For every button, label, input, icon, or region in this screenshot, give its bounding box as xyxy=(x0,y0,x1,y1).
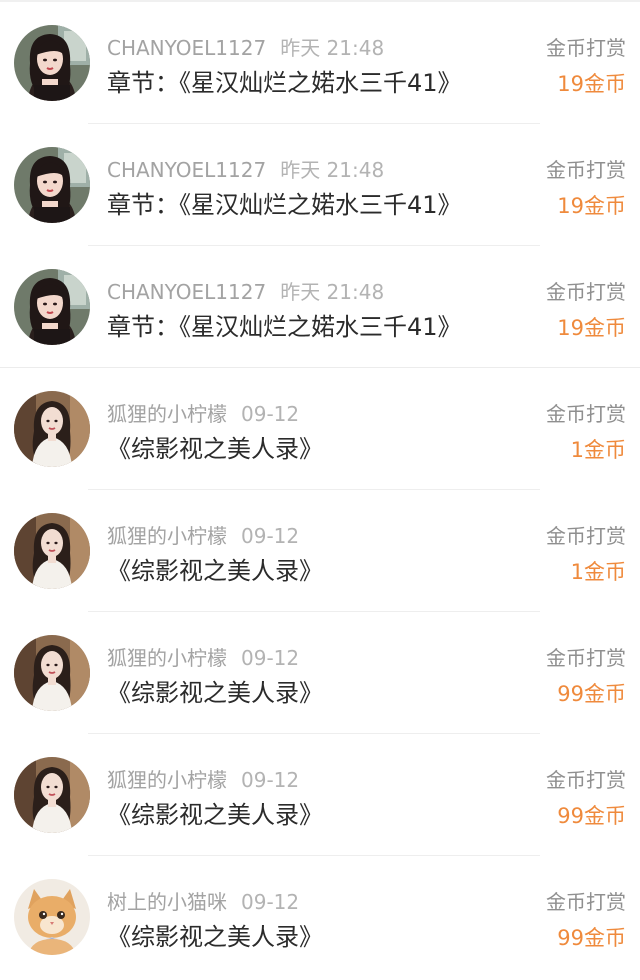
girl-dark-hair-icon xyxy=(14,25,90,101)
user-avatar[interactable] xyxy=(14,269,90,345)
reward-time: 09-12 xyxy=(241,890,300,914)
user-avatar[interactable] xyxy=(14,635,90,711)
user-avatar[interactable] xyxy=(14,147,90,223)
user-name[interactable]: 树上的小猫咪 xyxy=(107,890,227,914)
user-name[interactable]: CHANYOEL1127 xyxy=(107,158,266,182)
reward-type: 金币打赏 xyxy=(546,524,626,548)
reward-time: 09-12 xyxy=(241,524,300,548)
reward-title[interactable]: 章节：《星汉灿烂之婼水三千41》 xyxy=(107,190,462,220)
reward-amount: 19金币 xyxy=(557,194,626,218)
girl-dark-hair-icon xyxy=(14,269,90,345)
user-meta: 狐狸的小柠檬 09-12 xyxy=(107,645,299,671)
reward-type: 金币打赏 xyxy=(546,646,626,670)
reward-type: 金币打赏 xyxy=(546,280,626,304)
reward-row[interactable]: CHANYOEL1127 昨天 21:48 章节：《星汉灿烂之婼水三千41》 金币… xyxy=(0,246,640,368)
reward-row[interactable]: 狐狸的小柠檬 09-12 《综影视之美人录》 金币打赏 1金币 xyxy=(0,368,640,490)
reward-amount: 1金币 xyxy=(570,438,626,462)
user-avatar[interactable] xyxy=(14,513,90,589)
user-meta: CHANYOEL1127 昨天 21:48 xyxy=(107,279,384,305)
reward-amount: 19金币 xyxy=(557,72,626,96)
reward-title[interactable]: 《综影视之美人录》 xyxy=(107,800,323,830)
reward-row[interactable]: CHANYOEL1127 昨天 21:48 章节：《星汉灿烂之婼水三千41》 金币… xyxy=(0,2,640,124)
reward-title[interactable]: 《综影视之美人录》 xyxy=(107,556,323,586)
reward-row[interactable]: CHANYOEL1127 昨天 21:48 章节：《星汉灿烂之婼水三千41》 金币… xyxy=(0,124,640,246)
reward-title[interactable]: 《综影视之美人录》 xyxy=(107,678,323,708)
reward-amount: 99金币 xyxy=(557,926,626,950)
reward-title[interactable]: 章节：《星汉灿烂之婼水三千41》 xyxy=(107,68,462,98)
reward-amount: 99金币 xyxy=(557,804,626,828)
user-name[interactable]: 狐狸的小柠檬 xyxy=(107,524,227,548)
user-meta: CHANYOEL1127 昨天 21:48 xyxy=(107,35,384,61)
reward-title[interactable]: 《综影视之美人录》 xyxy=(107,922,323,952)
user-avatar[interactable] xyxy=(14,391,90,467)
reward-time: 09-12 xyxy=(241,402,300,426)
girl-white-dress-icon xyxy=(14,391,90,467)
orange-cat-icon xyxy=(14,879,90,955)
user-meta: 狐狸的小柠檬 09-12 xyxy=(107,523,299,549)
reward-time: 09-12 xyxy=(241,646,300,670)
user-name[interactable]: 狐狸的小柠檬 xyxy=(107,646,227,670)
girl-white-dress-icon xyxy=(14,513,90,589)
reward-type: 金币打赏 xyxy=(546,890,626,914)
reward-type: 金币打赏 xyxy=(546,402,626,426)
user-avatar[interactable] xyxy=(14,757,90,833)
reward-amount: 1金币 xyxy=(570,560,626,584)
user-meta: 狐狸的小柠檬 09-12 xyxy=(107,767,299,793)
reward-amount: 99金币 xyxy=(557,682,626,706)
user-meta: 狐狸的小柠檬 09-12 xyxy=(107,401,299,427)
user-avatar[interactable] xyxy=(14,25,90,101)
girl-white-dress-icon xyxy=(14,635,90,711)
girl-dark-hair-icon xyxy=(14,147,90,223)
reward-type: 金币打赏 xyxy=(546,158,626,182)
user-avatar[interactable] xyxy=(14,879,90,955)
reward-title[interactable]: 《综影视之美人录》 xyxy=(107,434,323,464)
reward-type: 金币打赏 xyxy=(546,768,626,792)
user-name[interactable]: 狐狸的小柠檬 xyxy=(107,402,227,426)
reward-time: 09-12 xyxy=(241,768,300,792)
user-name[interactable]: 狐狸的小柠檬 xyxy=(107,768,227,792)
user-name[interactable]: CHANYOEL1127 xyxy=(107,36,266,60)
reward-row[interactable]: 狐狸的小柠檬 09-12 《综影视之美人录》 金币打赏 1金币 xyxy=(0,490,640,612)
reward-type: 金币打赏 xyxy=(546,36,626,60)
user-name[interactable]: CHANYOEL1127 xyxy=(107,280,266,304)
girl-white-dress-icon xyxy=(14,757,90,833)
reward-row[interactable]: 树上的小猫咪 09-12 《综影视之美人录》 金币打赏 99金币 xyxy=(0,856,640,978)
reward-amount: 19金币 xyxy=(557,316,626,340)
reward-title[interactable]: 章节：《星汉灿烂之婼水三千41》 xyxy=(107,312,462,342)
reward-time: 昨天 21:48 xyxy=(280,36,385,60)
user-meta: 树上的小猫咪 09-12 xyxy=(107,889,299,915)
reward-time: 昨天 21:48 xyxy=(280,158,385,182)
user-meta: CHANYOEL1127 昨天 21:48 xyxy=(107,157,384,183)
reward-row[interactable]: 狐狸的小柠檬 09-12 《综影视之美人录》 金币打赏 99金币 xyxy=(0,734,640,856)
reward-time: 昨天 21:48 xyxy=(280,280,385,304)
reward-row[interactable]: 狐狸的小柠檬 09-12 《综影视之美人录》 金币打赏 99金币 xyxy=(0,612,640,734)
